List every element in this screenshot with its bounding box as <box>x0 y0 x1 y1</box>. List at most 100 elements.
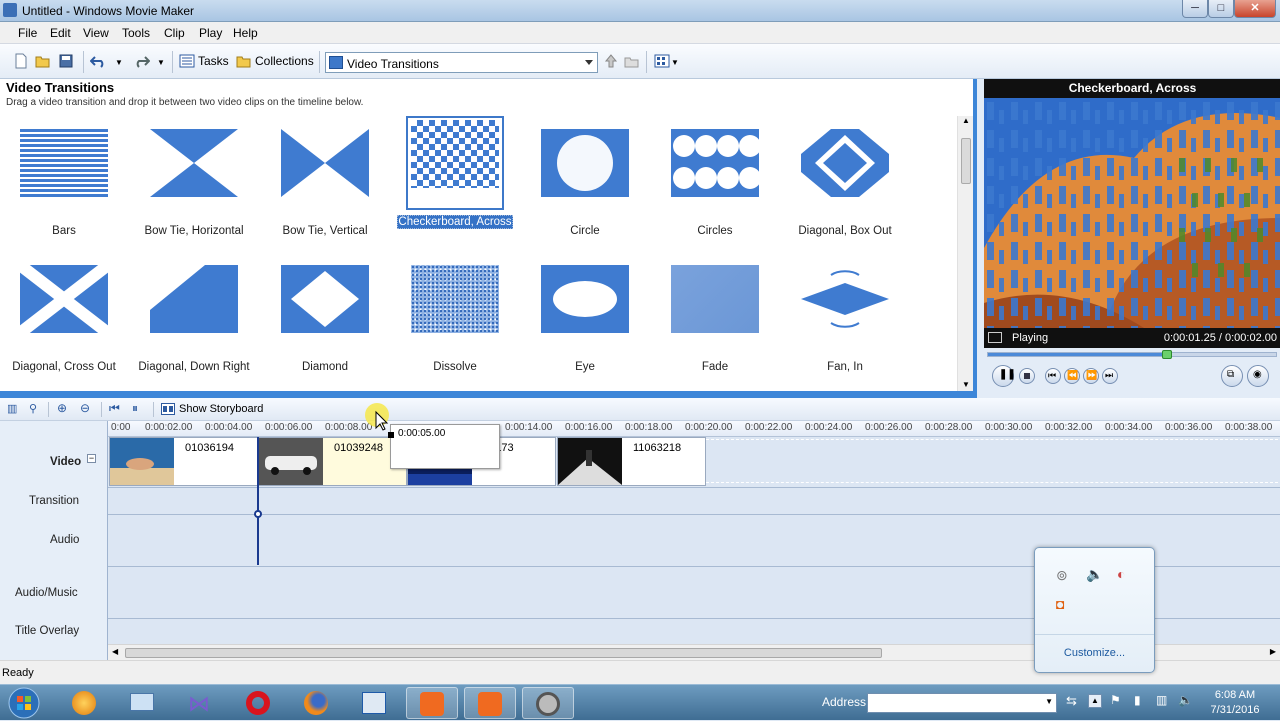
snapshot-button[interactable]: ◉ <box>1247 365 1269 387</box>
menu-view[interactable]: View <box>83 26 109 40</box>
scrollbar-thumb[interactable] <box>961 138 971 184</box>
collapse-icon[interactable]: − <box>87 454 96 463</box>
scroll-down-icon[interactable]: ▼ <box>962 380 970 389</box>
scroll-right-icon[interactable]: ▶ <box>1270 647 1276 656</box>
show-storyboard-button[interactable]: Show Storyboard <box>179 403 263 415</box>
forward-frame-button[interactable]: ⏩ <box>1083 368 1099 384</box>
video-clip[interactable]: 01039248 <box>258 437 407 486</box>
customize-link[interactable]: Customize... <box>1035 634 1154 672</box>
scroll-up-icon[interactable]: ▲ <box>962 116 970 125</box>
speaker-icon[interactable]: 🔈 <box>1178 693 1193 707</box>
taskbar-opera[interactable] <box>232 687 284 719</box>
scrollbar-thumb[interactable] <box>125 648 882 658</box>
up-folder-icon[interactable] <box>603 53 619 69</box>
tile-label: Circle <box>570 225 600 237</box>
transition-diagonal-cross-out[interactable]: Diagonal, Cross Out <box>2 265 126 385</box>
audio-levels-icon[interactable]: ⚲ <box>29 402 37 415</box>
taskbar-app-3[interactable]: ⋈ <box>174 687 226 719</box>
start-button[interactable] <box>6 685 42 721</box>
transition-track[interactable] <box>108 488 1280 515</box>
taskbar-firefox[interactable] <box>290 687 342 719</box>
taskbar-app-7[interactable] <box>406 687 458 719</box>
network-icon[interactable]: ⊚ <box>1056 567 1068 584</box>
close-button[interactable]: ✕ <box>1234 0 1276 18</box>
play-timeline-icon[interactable]: ⏸ <box>132 401 138 416</box>
camera-tray-icon[interactable]: ◘ <box>1056 596 1064 612</box>
menu-file[interactable]: File <box>18 26 37 40</box>
transition-bow-tie-horizontal[interactable]: Bow Tie, Horizontal <box>132 129 256 249</box>
menu-edit[interactable]: Edit <box>50 26 71 40</box>
open-icon[interactable] <box>35 53 51 69</box>
go-icon[interactable]: ⇆ <box>1066 693 1077 709</box>
transition-eye[interactable]: Eye <box>523 265 647 385</box>
taskbar-movie-maker[interactable] <box>522 687 574 719</box>
transition-diagonal-box-out[interactable]: Diagonal, Box Out <box>783 129 907 249</box>
chevron-down-icon[interactable]: ▼ <box>1045 697 1053 706</box>
chevron-down-icon[interactable] <box>585 60 593 65</box>
view-select[interactable]: Video Transitions <box>325 52 598 73</box>
taskbar-app-2[interactable] <box>116 687 168 719</box>
seek-slider[interactable] <box>1161 350 1172 359</box>
taskbar-app-8[interactable] <box>464 687 516 719</box>
clock[interactable]: 6:08 AM 7/31/2016 <box>1200 688 1270 718</box>
new-icon[interactable] <box>13 53 29 69</box>
transitions-scrollbar[interactable]: ▲ ▼ <box>957 116 973 391</box>
transition-dissolve[interactable]: Dissolve <box>393 265 517 385</box>
show-hidden-icons-button[interactable]: ▲ <box>1088 694 1102 708</box>
collections-button[interactable]: Collections <box>255 54 314 68</box>
network-tray-icon[interactable]: ▥ <box>1156 693 1167 707</box>
volume-icon[interactable]: 🔈 <box>1086 566 1103 583</box>
transition-diamond[interactable]: Diamond <box>263 265 387 385</box>
pause-button[interactable]: ❚❚ <box>992 365 1016 387</box>
video-clip[interactable]: 01036194 <box>109 437 258 486</box>
panel-title: Video Transitions <box>6 80 115 95</box>
timeline-ruler[interactable]: 0:00 0:00:02.00 0:00:04.00 0:00:06.00 0:… <box>108 421 1280 437</box>
transition-checkerboard-across[interactable]: Checkerboard, Across <box>393 116 517 240</box>
app-tray-icon[interactable]: ◐ <box>1117 566 1125 582</box>
narrate-icon[interactable]: ▥ <box>7 402 17 415</box>
previous-button[interactable]: ⏮ <box>1045 368 1061 384</box>
transition-bow-tie-vertical[interactable]: Bow Tie, Vertical <box>263 129 387 249</box>
battery-icon[interactable]: ▮ <box>1134 693 1141 707</box>
views-icon[interactable] <box>654 53 670 69</box>
zoom-out-icon[interactable]: ⊖ <box>80 401 90 415</box>
next-button[interactable]: ⏭ <box>1102 368 1118 384</box>
drag-time-value: 0:00:05.00 <box>398 428 446 439</box>
tasks-button[interactable]: Tasks <box>198 54 229 68</box>
menu-help[interactable]: Help <box>233 26 258 40</box>
save-icon[interactable] <box>58 53 74 69</box>
video-clip[interactable]: 11063218 <box>557 437 706 486</box>
playhead-handle[interactable] <box>254 510 262 518</box>
taskbar-app-1[interactable] <box>58 687 110 719</box>
playhead-indicator[interactable] <box>257 437 259 565</box>
taskbar-app-6[interactable] <box>348 687 400 719</box>
new-folder-icon[interactable] <box>624 53 640 69</box>
undo-icon[interactable] <box>90 53 106 69</box>
panel-divider[interactable] <box>0 391 973 398</box>
transition-bars[interactable]: Bars <box>2 129 126 249</box>
video-track[interactable]: 01036194 01039248 29173 11063218 <box>108 437 1280 488</box>
transition-circle[interactable]: Circle <box>523 129 647 249</box>
action-center-icon[interactable]: ⚑ <box>1110 693 1121 707</box>
redo-icon[interactable] <box>134 53 150 69</box>
split-button[interactable]: ⧉ <box>1221 365 1243 387</box>
seek-bar[interactable] <box>987 350 1277 359</box>
transition-fade[interactable]: Fade <box>653 265 777 385</box>
transition-circles[interactable]: Circles <box>653 129 777 249</box>
undo-dropdown-icon[interactable]: ▼ <box>115 58 123 67</box>
stop-button[interactable] <box>1019 368 1035 384</box>
transition-diagonal-down-right[interactable]: Diagonal, Down Right <box>132 265 256 385</box>
redo-dropdown-icon[interactable]: ▼ <box>157 58 165 67</box>
scroll-left-icon[interactable]: ◀ <box>112 647 118 656</box>
views-dropdown-icon[interactable]: ▼ <box>671 58 679 67</box>
rewind-timeline-icon[interactable]: ⏮ <box>109 401 120 416</box>
menu-tools[interactable]: Tools <box>122 26 150 40</box>
menu-play[interactable]: Play <box>199 26 222 40</box>
maximize-button[interactable]: □ <box>1208 0 1234 18</box>
minimize-button[interactable]: ─ <box>1182 0 1208 18</box>
back-frame-button[interactable]: ⏪ <box>1064 368 1080 384</box>
zoom-in-icon[interactable]: ⊕ <box>57 401 67 415</box>
transition-fan-in[interactable]: Fan, In <box>783 265 907 385</box>
menu-clip[interactable]: Clip <box>164 26 185 40</box>
address-input[interactable]: ▼ <box>867 693 1057 713</box>
